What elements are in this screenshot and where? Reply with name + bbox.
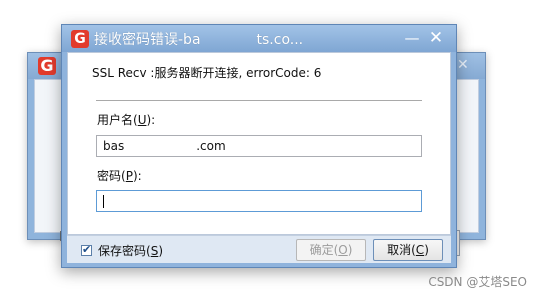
- ok-label-suffix: ): [347, 243, 353, 257]
- minimize-icon[interactable]: —: [402, 29, 422, 47]
- dialog-title: 接收密码错误-ba ts.co...: [94, 31, 304, 48]
- screen: G ✕ b G 接收密码错误-ba ts.co... — ✕ SSL Recv …: [0, 0, 541, 300]
- error-message: SSL Recv :服务器断开连接, errorCode: 6: [92, 66, 322, 80]
- password-label: 密码(P):: [97, 167, 142, 184]
- username-input[interactable]: bas .com: [96, 135, 422, 157]
- save-password-option[interactable]: ✔ 保存密码(S): [81, 242, 163, 259]
- close-icon[interactable]: ✕: [426, 29, 446, 47]
- text-caret: [103, 195, 104, 208]
- ok-label-mnemonic: O: [338, 243, 348, 257]
- cancel-label-mnemonic: C: [415, 243, 425, 257]
- dialog-footer: ✔ 保存密码(S) 确定(O) 取消(C): [67, 235, 451, 263]
- ok-button[interactable]: 确定(O): [296, 239, 366, 261]
- save-password-checkbox[interactable]: ✔: [81, 243, 92, 256]
- username-label-suffix: ):: [146, 113, 156, 127]
- app-logo-icon: G: [38, 57, 56, 75]
- cancel-label-suffix: ): [424, 243, 429, 257]
- password-label-prefix: 密码(: [97, 169, 126, 183]
- password-input[interactable]: [96, 190, 422, 212]
- separator: [96, 100, 422, 101]
- dialog-body: SSL Recv :服务器断开连接, errorCode: 6 用户名(U): …: [67, 52, 451, 235]
- close-icon[interactable]: ✕: [457, 58, 471, 72]
- username-label-prefix: 用户名(: [97, 113, 138, 127]
- dialog-titlebar[interactable]: G 接收密码错误-ba ts.co... — ✕: [62, 25, 456, 52]
- save-password-label-suffix: ): [158, 244, 163, 258]
- cancel-label-prefix: 取消(: [387, 243, 416, 257]
- ok-label-prefix: 确定(: [309, 243, 339, 257]
- checkmark-icon: ✔: [82, 243, 92, 256]
- password-error-dialog: G 接收密码错误-ba ts.co... — ✕ SSL Recv :服务器断开…: [61, 24, 457, 268]
- watermark: CSDN @艾塔SEO: [428, 275, 527, 289]
- username-label: 用户名(U):: [97, 111, 155, 128]
- save-password-label[interactable]: 保存密码(S): [98, 242, 163, 259]
- password-label-mnemonic: P: [125, 169, 133, 183]
- save-password-label-prefix: 保存密码(: [98, 244, 151, 258]
- password-label-suffix: ):: [132, 169, 142, 183]
- cancel-button[interactable]: 取消(C): [373, 239, 443, 261]
- app-logo-icon: G: [71, 29, 89, 48]
